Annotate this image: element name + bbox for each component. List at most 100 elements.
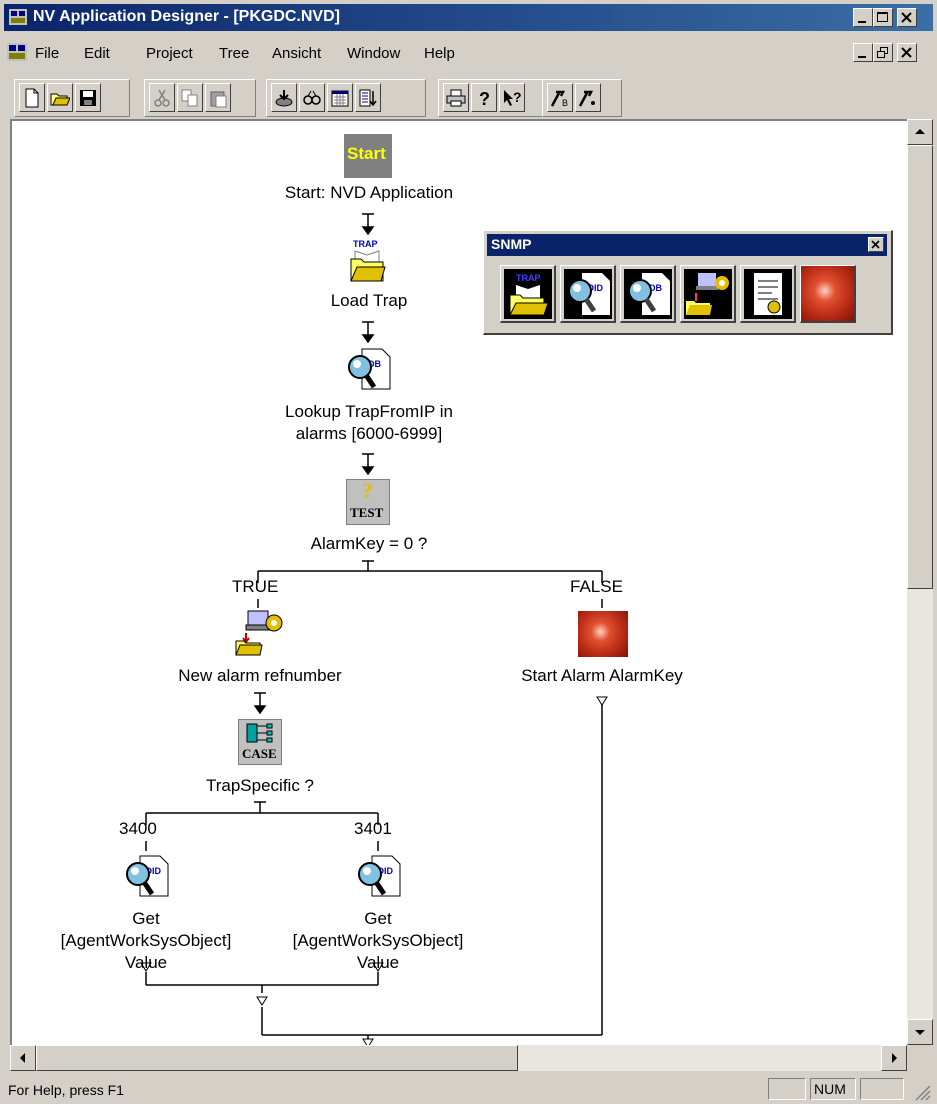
menu-file[interactable]: File — [35, 45, 59, 62]
open-button[interactable] — [47, 83, 73, 112]
arrow-right-icon — [892, 1053, 897, 1063]
lookup-oid-icon[interactable]: OID — [122, 854, 170, 900]
cut-button[interactable] — [149, 83, 175, 112]
child-restore-button[interactable] — [873, 43, 893, 62]
get-left-line1: Get — [132, 909, 160, 928]
context-help-icon: ? — [504, 89, 522, 106]
hammer-button[interactable] — [575, 83, 601, 112]
snmp-palette-title: SNMP — [491, 236, 532, 252]
load-trap-icon[interactable]: TRAP — [347, 237, 387, 285]
menu-project[interactable]: Project — [146, 45, 193, 62]
case-node-icon[interactable]: CASE — [238, 719, 282, 765]
snmp-palette-title-bar[interactable]: SNMP — [487, 234, 887, 256]
toolbar-edit-group — [144, 79, 256, 117]
case-branches-icon — [246, 723, 273, 743]
print-button[interactable] — [443, 83, 469, 112]
svg-text:?: ? — [479, 89, 490, 108]
menu-ansicht[interactable]: Ansicht — [272, 45, 321, 62]
test-node-icon[interactable]: ? TEST — [346, 478, 390, 525]
title-bar[interactable]: NV Application Designer - [PKGDC.NVD] — [4, 4, 933, 31]
menu-help[interactable]: Help — [424, 45, 455, 62]
copy-button[interactable] — [177, 83, 203, 112]
child-minimize-button[interactable] — [853, 43, 873, 62]
toolbar-help-group: ? ? — [438, 79, 543, 117]
menu-edit[interactable]: Edit — [84, 45, 110, 62]
restore-icon — [877, 47, 888, 58]
start-alarm-icon[interactable] — [578, 611, 628, 657]
load-trap-icon: TRAP — [504, 269, 552, 319]
arrow-up-icon — [915, 129, 925, 134]
document-icon[interactable] — [7, 43, 27, 61]
new-alarm-label: New alarm refnumber — [178, 666, 342, 685]
menu-bar: File Edit Project Tree Ansicht Window He… — [4, 40, 933, 66]
save-button[interactable] — [75, 83, 101, 112]
arrow-down-icon — [915, 1030, 925, 1035]
new-button[interactable] — [19, 83, 45, 112]
resize-grip-icon[interactable] — [912, 1082, 932, 1102]
sort-button[interactable] — [355, 83, 381, 112]
maximize-icon — [877, 12, 888, 22]
lookup-oid-icon[interactable]: OID — [354, 854, 402, 900]
open-icon — [50, 93, 70, 106]
minimize-button[interactable] — [853, 8, 873, 27]
new-refnumber-icon[interactable] — [234, 609, 286, 657]
snmp-report-button[interactable] — [740, 265, 796, 323]
import-button[interactable] — [271, 83, 297, 112]
test-label: AlarmKey = 0 ? — [310, 534, 428, 553]
build-button[interactable]: B — [547, 83, 573, 112]
close-button[interactable] — [897, 8, 917, 27]
scroll-right-button[interactable] — [881, 1045, 907, 1071]
start-alarm-label: Start Alarm AlarmKey — [521, 666, 683, 685]
toolbar-data-group — [266, 79, 426, 117]
context-help-button[interactable]: ? — [499, 83, 525, 112]
design-canvas[interactable]: Start Start: NVD Application TRAP Load T… — [10, 119, 907, 1045]
vertical-scroll-thumb[interactable] — [907, 145, 933, 589]
menu-tree[interactable]: Tree — [219, 45, 249, 62]
svg-text:TRAP: TRAP — [353, 239, 378, 249]
vertical-scrollbar[interactable] — [907, 119, 933, 1045]
get-right-line2: [AgentWorkSysObject] — [292, 931, 464, 950]
help-button[interactable]: ? — [471, 83, 497, 112]
lookup-db-icon[interactable]: DB — [344, 347, 392, 393]
maximize-button[interactable] — [873, 8, 893, 27]
calendar-button[interactable] — [327, 83, 353, 112]
load-trap-label: Load Trap — [330, 291, 408, 310]
import-icon — [275, 90, 293, 107]
app-icon — [9, 9, 27, 25]
case-label: TrapSpecific ? — [205, 776, 315, 795]
sort-icon — [359, 89, 377, 107]
get-right-line1: Get — [364, 909, 392, 928]
svg-text:B: B — [562, 98, 568, 108]
close-icon — [901, 12, 912, 23]
application-window: NV Application Designer - [PKGDC.NVD] Fi… — [0, 0, 937, 1104]
get-left-line2: [AgentWorkSysObject] — [60, 931, 232, 950]
snmp-close-button[interactable] — [868, 237, 884, 252]
question-icon: ? — [362, 478, 373, 503]
status-bar: For Help, press F1 NUM — [0, 1074, 937, 1104]
toolbar-file-group — [14, 79, 130, 117]
horizontal-scrollbar[interactable] — [10, 1045, 907, 1071]
scroll-up-button[interactable] — [907, 119, 933, 145]
snmp-lookup-oid-button[interactable]: OID — [560, 265, 616, 323]
help-icon: ? — [479, 89, 490, 108]
start-node-icon[interactable]: Start — [344, 134, 392, 178]
snmp-load-trap-button[interactable]: TRAP — [500, 265, 556, 323]
save-icon — [80, 90, 96, 106]
child-close-button[interactable] — [897, 43, 917, 62]
false-branch-label: FALSE — [570, 577, 623, 596]
paste-button[interactable] — [205, 83, 231, 112]
build-icon: B — [550, 90, 568, 108]
scroll-left-button[interactable] — [10, 1045, 36, 1071]
test-icon-text: TEST — [350, 505, 384, 520]
snmp-lookup-db-button[interactable]: DB — [620, 265, 676, 323]
minimize-icon — [858, 56, 866, 58]
print-icon — [446, 89, 466, 107]
scroll-down-button[interactable] — [907, 1019, 933, 1045]
find-button[interactable] — [299, 83, 325, 112]
horizontal-scroll-thumb[interactable] — [36, 1045, 518, 1071]
snmp-new-refnumber-button[interactable] — [680, 265, 736, 323]
snmp-palette[interactable]: SNMP TRAP OID DB — [483, 230, 893, 335]
snmp-start-alarm-button[interactable] — [800, 265, 856, 323]
new-refnumber-icon — [684, 269, 732, 319]
menu-window[interactable]: Window — [347, 45, 400, 62]
